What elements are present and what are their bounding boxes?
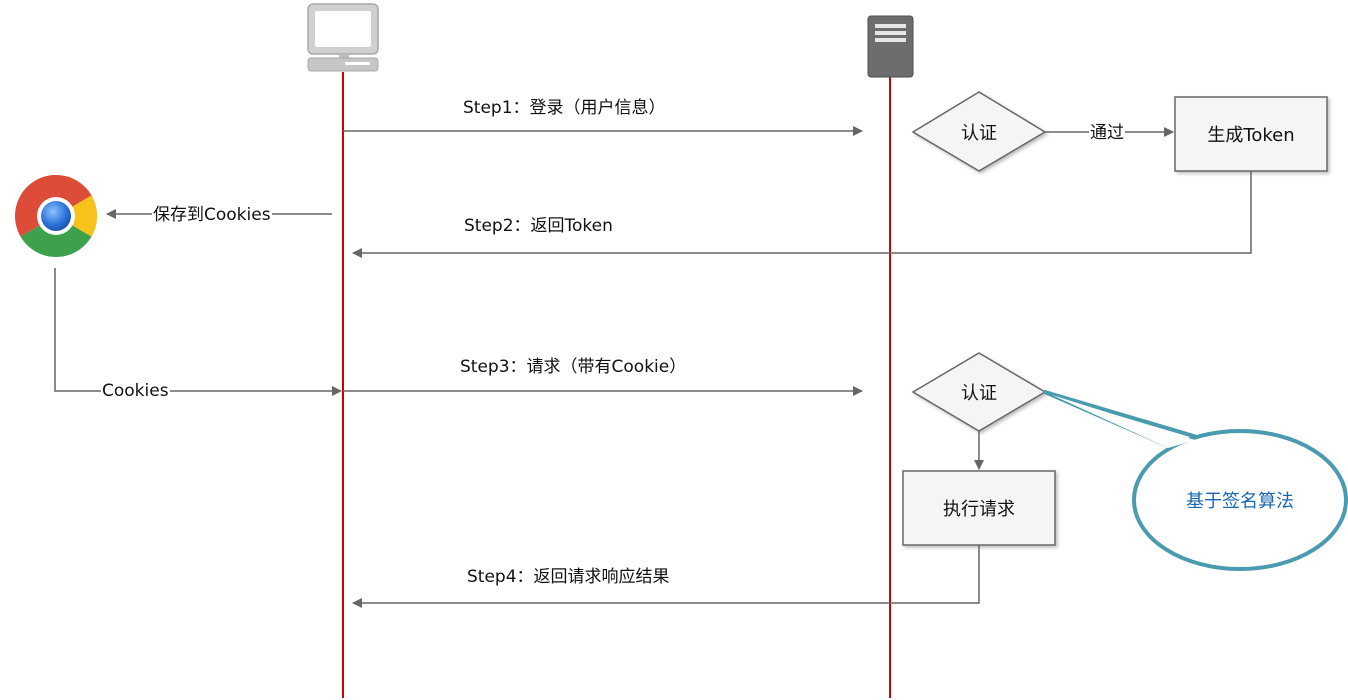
step2-arrow (352, 171, 1252, 258)
save-cookies-label: 保存到Cookies (152, 205, 272, 225)
callout-text: 基于签名算法 (1186, 491, 1294, 512)
sequence-diagram (15, 3, 1348, 698)
chrome-icon (15, 175, 97, 257)
generate-token-label: 生成Token (1207, 125, 1295, 146)
step4-label: Step4：返回请求响应结果 (467, 567, 670, 587)
server-icon (867, 15, 914, 78)
cookies-arrow (54, 268, 342, 396)
computer-icon (307, 3, 379, 72)
cookies-label: Cookies (101, 381, 170, 401)
auth1-label: 认证 (961, 123, 997, 144)
step3-label: Step3：请求（带有Cookie） (460, 357, 687, 377)
execute-label: 执行请求 (943, 499, 1015, 520)
step2-label: Step2：返回Token (464, 216, 613, 236)
step1-label: Step1：登录（用户信息） (463, 98, 666, 118)
pass-label: 通过 (1089, 123, 1125, 143)
auth2-label: 认证 (961, 383, 997, 404)
